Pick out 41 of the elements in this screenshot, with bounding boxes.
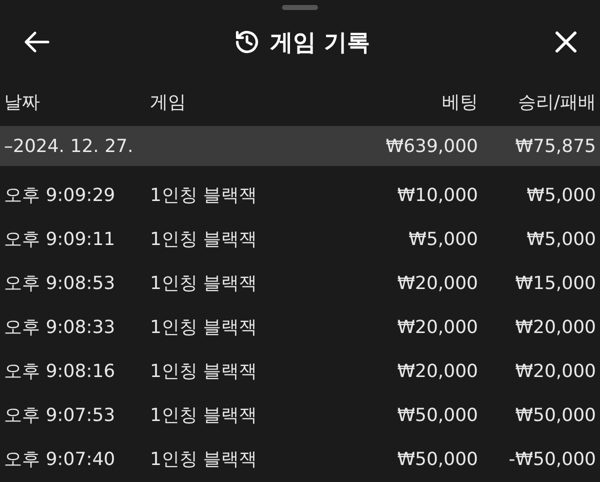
game-cell-text: 1인칭 블랙잭 (149, 228, 258, 251)
drag-handle[interactable] (282, 5, 318, 10)
result-cell-text: ₩50,000 (514, 404, 597, 426)
time-cell-text: 오후 9:08:53 (3, 272, 116, 295)
game-cell-text: 1인칭 블랙잭 (149, 404, 258, 427)
bet-cell-text: ₩20,000 (396, 360, 479, 382)
bet-cell-text: ₩5,000 (408, 228, 479, 250)
result-cell-text: ₩15,000 (514, 272, 597, 294)
bet-cell-text: ₩10,000 (396, 184, 479, 206)
time-cell-text: 오후 9:08:16 (3, 360, 116, 383)
back-icon[interactable] (24, 31, 50, 53)
result-cell-text: ₩20,000 (514, 360, 597, 382)
game-cell-text: 1인칭 블랙잭 (149, 448, 258, 471)
column-header: 베팅 (441, 91, 479, 114)
time-cell-text: 오후 9:08:33 (3, 316, 116, 339)
game-cell-text: 1인칭 블랙잭 (149, 184, 258, 207)
close-icon[interactable] (554, 30, 578, 54)
bet-cell-text: ₩20,000 (396, 272, 479, 294)
time-cell-text: 오후 9:07:53 (3, 404, 116, 427)
game-cell-text: 1인칭 블랙잭 (149, 360, 258, 383)
game-cell-text: 1인칭 블랙잭 (149, 272, 258, 295)
window-title: 게임 기록 (270, 28, 370, 58)
bet-cell-text: ₩50,000 (396, 448, 479, 470)
time-cell-text: 오후 9:07:40 (3, 448, 116, 471)
history-icon (234, 29, 260, 55)
bet-cell-text: ₩50,000 (396, 404, 479, 426)
time-cell-text: 오후 9:09:29 (3, 184, 116, 207)
result-cell-text: ₩20,000 (514, 316, 597, 338)
bet-cell-text: ₩20,000 (396, 316, 479, 338)
time-cell-text: 오후 9:09:11 (3, 228, 116, 251)
column-header: 게임 (149, 91, 187, 114)
group-date: –2024. 12. 27. (3, 136, 134, 156)
column-header: 날짜 (3, 91, 41, 114)
group-bet-total: ₩639,000 (384, 136, 479, 156)
date-group-row[interactable]: –2024. 12. 27. ₩639,000 ₩75,875 (0, 126, 600, 166)
result-cell-text: ₩5,000 (526, 228, 597, 250)
column-header: 승리/패배 (516, 91, 597, 114)
result-cell-text: -₩50,000 (508, 448, 597, 470)
game-cell-text: 1인칭 블랙잭 (149, 316, 258, 339)
result-cell-text: ₩5,000 (526, 184, 597, 206)
group-result-total: ₩75,875 (514, 136, 597, 156)
